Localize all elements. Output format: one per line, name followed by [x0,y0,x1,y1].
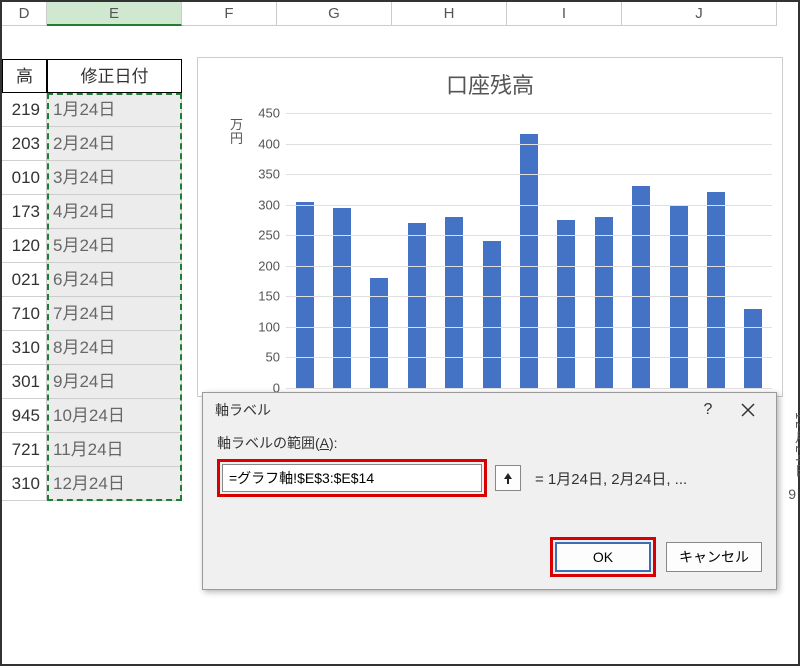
bar [744,309,762,388]
range-input-highlight [217,459,487,497]
x-axis-extra: 9 [788,486,796,502]
cell-d[interactable]: 945 [2,399,47,433]
col-header-J[interactable]: J [622,2,777,26]
bar [520,134,538,388]
column-headers: D E F G H I J [2,2,798,26]
collapse-dialog-button[interactable] [495,465,521,491]
ok-button-highlight: OK [550,537,656,577]
cell-e[interactable]: 12月24日 [47,467,182,501]
bar [483,241,501,388]
bar [370,278,388,388]
cell-d[interactable]: 721 [2,433,47,467]
cell-e[interactable]: 6月24日 [47,263,182,297]
bar [707,192,725,388]
cell-e[interactable]: 2月24日 [47,127,182,161]
y-tick-label: 250 [258,228,280,243]
close-icon [741,403,755,417]
cell-e[interactable]: 11月24日 [47,433,182,467]
col-header-H[interactable]: H [392,2,507,26]
cell-d[interactable]: 203 [2,127,47,161]
y-tick-label: 150 [258,289,280,304]
chart-title: 口座残高 [198,68,782,100]
cell-e[interactable]: 1月24日 [47,93,182,127]
plot-area [286,113,772,388]
cells-area: 高 修正日付 2191月24日 2032月24日 0103月24日 1734月2… [2,26,202,664]
bar [557,220,575,388]
cell-d[interactable]: 310 [2,331,47,365]
col-header-G[interactable]: G [277,2,392,26]
cell-e[interactable]: 9月24日 [47,365,182,399]
y-tick-label: 100 [258,319,280,334]
col-header-E[interactable]: E [47,2,182,26]
y-tick-label: 400 [258,136,280,151]
y-tick-label: 300 [258,197,280,212]
cell-d[interactable]: 120 [2,229,47,263]
bar [408,223,426,388]
cell-d[interactable]: 010 [2,161,47,195]
y-axis-labels: 050100150200250300350400450 [250,113,284,388]
chart[interactable]: 口座残高 万 円 050100150200250300350400450 [197,57,783,397]
bar [595,217,613,388]
col-header-D[interactable]: D [2,2,47,26]
cell-e[interactable]: 5月24日 [47,229,182,263]
close-button[interactable] [728,396,768,424]
cancel-button[interactable]: キャンセル [666,542,762,572]
x-axis-label-last: 12月24日 [791,412,800,479]
arrow-up-icon [502,471,514,485]
col-header-F[interactable]: F [182,2,277,26]
range-preview: = 1月24日, 2月24日, ... [535,468,762,489]
cell-e[interactable]: 10月24日 [47,399,182,433]
cell-d[interactable]: 310 [2,467,47,501]
y-tick-label: 450 [258,106,280,121]
cell-d[interactable]: 021 [2,263,47,297]
y-axis-unit: 万 円 [230,118,243,147]
header-D[interactable]: 高 [2,59,47,93]
dialog-title: 軸ラベル [211,400,688,420]
y-tick-label: 50 [266,350,280,365]
bar [445,217,463,388]
cell-d[interactable]: 301 [2,365,47,399]
col-header-I[interactable]: I [507,2,622,26]
help-button[interactable]: ? [688,396,728,424]
cell-d[interactable]: 710 [2,297,47,331]
header-E[interactable]: 修正日付 [47,59,182,93]
axis-labels-dialog: 軸ラベル ? 軸ラベルの範囲(A): = 1月24日, 2月24日, ... O… [202,392,777,590]
bar [296,202,314,388]
y-tick-label: 350 [258,167,280,182]
cell-e[interactable]: 8月24日 [47,331,182,365]
cell-d[interactable]: 219 [2,93,47,127]
cell-e[interactable]: 3月24日 [47,161,182,195]
cell-d[interactable]: 173 [2,195,47,229]
range-label: 軸ラベルの範囲(A): [217,433,762,453]
ok-button[interactable]: OK [555,542,651,572]
y-tick-label: 200 [258,258,280,273]
cell-e[interactable]: 7月24日 [47,297,182,331]
cell-e[interactable]: 4月24日 [47,195,182,229]
axis-range-input[interactable] [222,464,482,492]
